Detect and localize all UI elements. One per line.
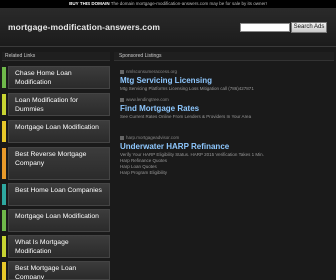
related-links-title: Related Links [2, 52, 110, 61]
listing-source[interactable]: nmlsconsumeraccess.org [120, 68, 334, 75]
listing-title[interactable]: Underwater HARP Refinance [120, 141, 334, 152]
link-accent [2, 67, 6, 88]
search-input[interactable] [240, 23, 290, 32]
header: mortgage-modification-answers.com Search… [0, 8, 336, 46]
listing-source[interactable]: www.lendingtree.com [120, 96, 334, 103]
listing-description: Verify Your HARP Eligibility Status. HAR… [120, 152, 264, 175]
listing-source-url[interactable]: harp.mortgageadvisor.com [126, 135, 179, 140]
listing-title[interactable]: Mtg Servicing Licensing [120, 75, 334, 86]
sale-banner-prefix[interactable]: BUY THIS DOMAIN [69, 1, 109, 6]
sale-banner-text: The domain mortgage-modification-answers… [110, 1, 267, 6]
related-links: Related Links Chase Home Loan Modificati… [0, 50, 112, 280]
related-link[interactable]: Chase Home Loan Modification [8, 66, 110, 89]
link-accent [2, 184, 6, 205]
listing: harp.mortgageadvisor.com Underwater HARP… [120, 134, 334, 176]
listing-source-url[interactable]: www.lendingtree.com [126, 97, 169, 102]
related-link[interactable]: Best Mortgage Loan Company [8, 261, 110, 280]
related-link[interactable]: What Is Mortgage Modification [8, 235, 110, 258]
favicon-icon [120, 135, 124, 140]
link-accent [2, 94, 6, 115]
listing-title[interactable]: Find Mortgage Rates [120, 103, 334, 114]
link-accent [2, 236, 6, 257]
listing-description: Mtg Servicing Platforms Licensing Loss M… [120, 86, 254, 91]
related-link[interactable]: Mortgage Loan Modification [8, 209, 110, 232]
favicon-icon [120, 97, 124, 102]
link-accent [2, 121, 6, 142]
header-divider [0, 46, 336, 47]
sponsored-listings: Sponsored Listings nmlsconsumeraccess.or… [114, 50, 336, 280]
site-domain[interactable]: mortgage-modification-answers.com [8, 22, 160, 32]
sale-banner[interactable]: BUY THIS DOMAIN The domain mortgage-modi… [0, 0, 336, 8]
link-accent [2, 262, 6, 280]
favicon-icon [120, 69, 124, 74]
related-link[interactable]: Best Home Loan Companies [8, 183, 110, 206]
listing: www.lendingtree.com Find Mortgage Rates … [120, 96, 334, 120]
listing-description: See Current Rates Online From Lenders & … [120, 114, 252, 119]
listing-source-url[interactable]: nmlsconsumeraccess.org [126, 69, 177, 74]
link-accent [2, 148, 6, 179]
related-link[interactable]: Loan Modification for Dummies [8, 93, 110, 116]
link-accent [2, 210, 6, 231]
search-button[interactable]: Search Ads [291, 22, 327, 33]
listing-source[interactable]: harp.mortgageadvisor.com [120, 134, 334, 141]
related-link[interactable]: Best Reverse Mortgage Company [8, 147, 110, 180]
related-link[interactable]: Mortgage Loan Modification [8, 120, 110, 143]
sponsored-listings-title: Sponsored Listings [114, 52, 334, 61]
listing: nmlsconsumeraccess.org Mtg Servicing Lic… [120, 68, 334, 92]
